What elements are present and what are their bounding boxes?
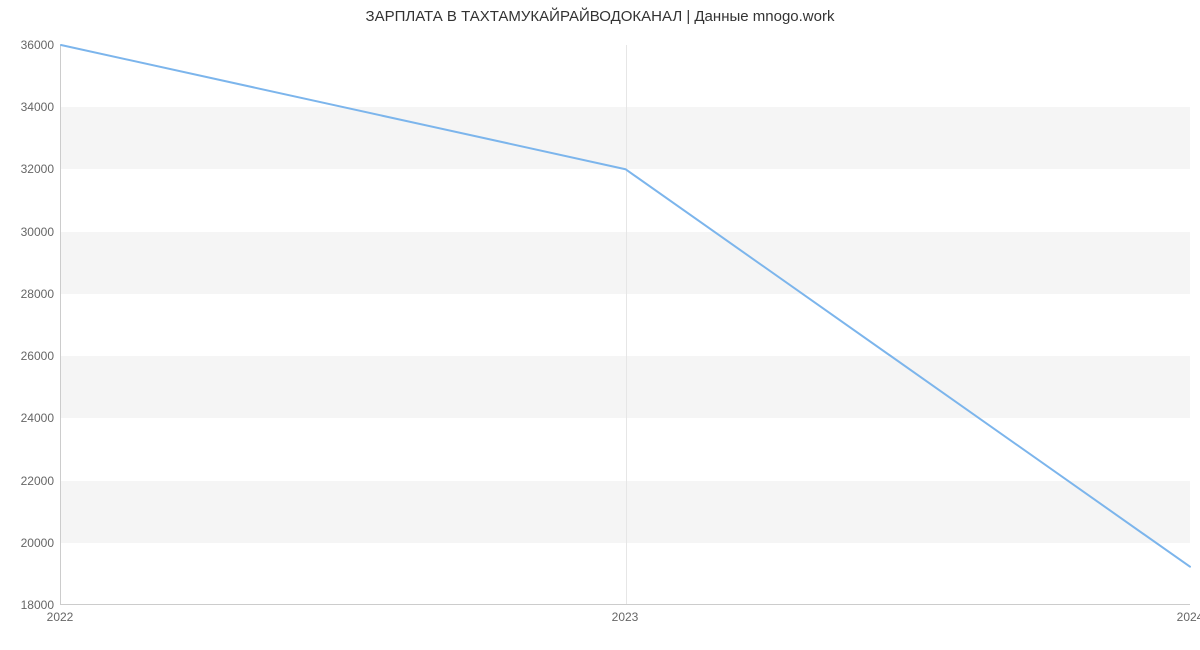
y-tick-label: 34000 [4, 100, 54, 114]
line-series-layer [61, 45, 1190, 604]
x-tick-label: 2023 [612, 610, 639, 624]
y-tick-label: 20000 [4, 536, 54, 550]
y-tick-label: 26000 [4, 349, 54, 363]
chart-container: ЗАРПЛАТА В ТАХТАМУКАЙРАЙВОДОКАНАЛ | Данн… [0, 0, 1200, 650]
y-tick-label: 32000 [4, 162, 54, 176]
x-tick-label: 2022 [47, 610, 74, 624]
plot-area [60, 45, 1190, 605]
y-tick-label: 22000 [4, 474, 54, 488]
y-tick-label: 28000 [4, 287, 54, 301]
y-tick-label: 24000 [4, 411, 54, 425]
x-tick-label: 2024 [1177, 610, 1200, 624]
y-tick-label: 30000 [4, 225, 54, 239]
chart-title: ЗАРПЛАТА В ТАХТАМУКАЙРАЙВОДОКАНАЛ | Данн… [0, 8, 1200, 25]
y-tick-label: 36000 [4, 38, 54, 52]
series-line [61, 45, 1190, 567]
